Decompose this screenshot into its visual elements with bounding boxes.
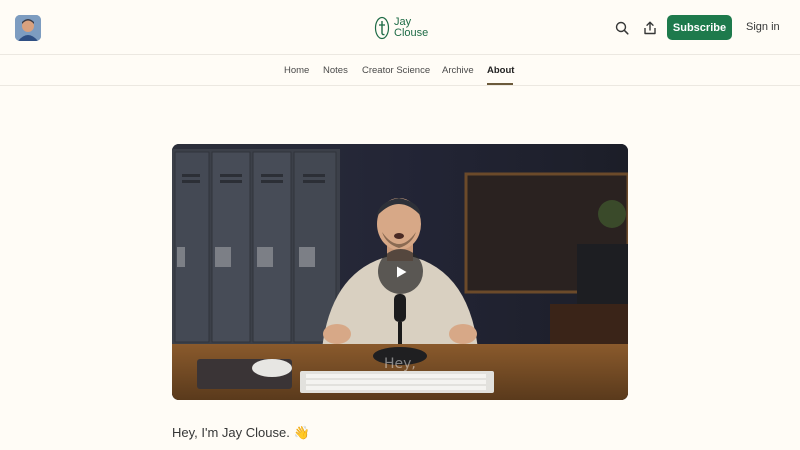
site-logo[interactable]: Jay Clouse xyxy=(374,14,428,42)
play-icon xyxy=(396,266,406,277)
logo-icon xyxy=(374,16,390,40)
top-bar: Jay Clouse Subscribe Sign in xyxy=(0,0,800,55)
nav-item-archive[interactable]: Archive xyxy=(442,65,474,76)
nav-item-about[interactable]: About xyxy=(487,65,514,76)
share-icon xyxy=(644,21,656,35)
avatar[interactable] xyxy=(15,15,41,41)
active-nav-indicator xyxy=(487,83,513,85)
play-button[interactable] xyxy=(378,249,423,294)
share-button[interactable] xyxy=(639,17,661,39)
search-button[interactable] xyxy=(611,17,633,39)
subscribe-button[interactable]: Subscribe xyxy=(667,15,732,40)
nav-item-home[interactable]: Home xyxy=(284,65,309,76)
video-player[interactable]: Hey, xyxy=(172,144,628,400)
sign-in-link[interactable]: Sign in xyxy=(746,21,780,33)
search-icon xyxy=(615,21,629,35)
video-caption: Hey, xyxy=(384,356,416,372)
nav-item-creator-science[interactable]: Creator Science xyxy=(362,65,430,76)
logo-line-2: Clouse xyxy=(394,27,429,39)
nav-bar: Home Notes Creator Science Archive About xyxy=(0,56,800,86)
logo-text: Jay Clouse xyxy=(394,17,428,39)
intro-text: Hey, I'm Jay Clouse. 👋 xyxy=(172,425,310,440)
nav-item-notes[interactable]: Notes xyxy=(323,65,348,76)
